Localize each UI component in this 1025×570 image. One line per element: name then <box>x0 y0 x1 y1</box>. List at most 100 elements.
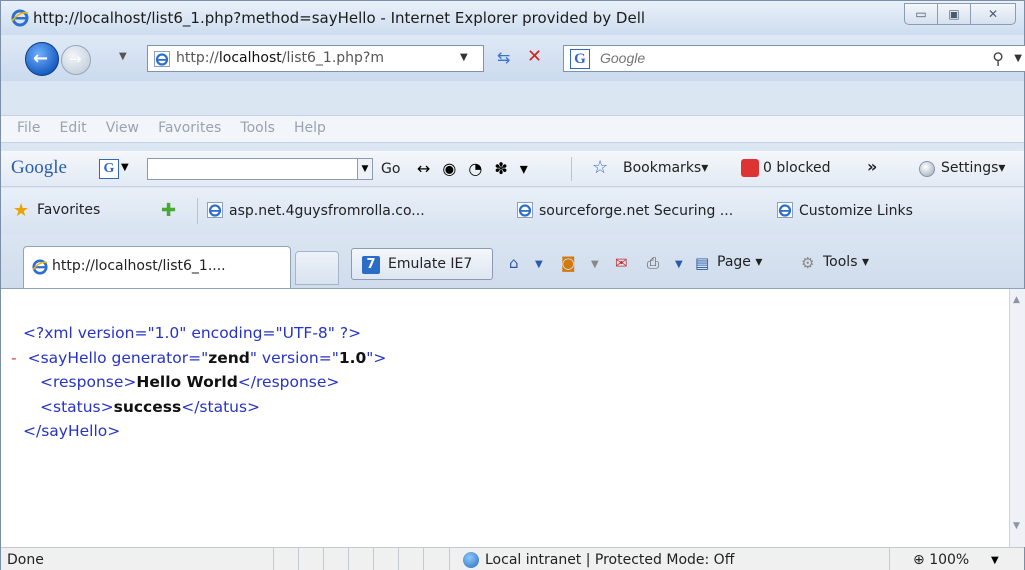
close-button[interactable]: ✕ <box>970 3 1016 25</box>
search-box[interactable]: G ⚲ ▼ <box>563 45 1025 72</box>
popup-blocker-icon <box>741 159 759 177</box>
tab-label: http://localhost/list6_1.... <box>52 258 226 274</box>
ie-page-icon <box>517 202 533 218</box>
google-menu-icon[interactable]: G <box>99 159 119 179</box>
xml-document: <?xml version="1.0" encoding="UTF-8" ?> … <box>1 321 386 444</box>
google-toolbar-buttons-icon[interactable]: ↔◉◔✽▾ <box>417 159 540 178</box>
url-field[interactable]: http://localhost/list6_1.php?m ▼ <box>147 45 484 72</box>
scroll-up-icon[interactable]: ▲ <box>1013 295 1020 305</box>
home-icon[interactable]: ⌂ <box>509 254 519 272</box>
refresh-icon[interactable]: ⇆ <box>497 48 510 67</box>
toolbar-divider <box>571 157 572 181</box>
favorites-bar: ★ Favorites ✚ asp.net.4guysfromrolla.co.… <box>1 188 1024 234</box>
back-arrow-icon: ← <box>33 48 49 69</box>
tools-menu-button[interactable]: Tools ▾ <box>823 254 869 270</box>
collapse-toggle[interactable]: - <box>11 349 17 367</box>
feeds-icon[interactable]: ◙ <box>561 254 576 272</box>
tab-bar: http://localhost/list6_1.... 7 Emulate I… <box>1 234 1024 289</box>
forward-button[interactable]: → <box>61 45 91 75</box>
url-text: http://localhost/list6_1.php?m <box>176 50 384 66</box>
zoom-level[interactable]: ⊕ 100% <box>913 552 969 568</box>
google-search-provider-icon: G <box>570 49 590 69</box>
stop-icon[interactable]: ✕ <box>527 46 542 67</box>
settings-button[interactable]: Settings▾ <box>941 160 1005 176</box>
emulate-ie7-button[interactable]: 7 Emulate IE7 <box>351 248 493 280</box>
maximize-icon: ▣ <box>948 7 960 21</box>
scroll-down-icon[interactable]: ▼ <box>1013 521 1020 531</box>
menu-help[interactable]: Help <box>294 120 326 136</box>
xml-status-line: <status>success</status> <box>40 397 261 416</box>
menu-file[interactable]: File <box>17 120 40 136</box>
page-favicon-icon <box>154 51 170 67</box>
favorites-button[interactable]: Favorites <box>37 202 100 218</box>
minimize-icon: ▭ <box>915 7 927 21</box>
favorite-link-asp-net[interactable]: asp.net.4guysfromrolla.co... <box>207 202 425 219</box>
tools-gear-icon[interactable]: ⚙ <box>801 254 814 272</box>
feeds-dropdown-icon[interactable]: ▼ <box>591 259 599 270</box>
page-icon[interactable]: ▤ <box>695 254 709 272</box>
google-menu-dropdown-icon[interactable]: ▼ <box>121 162 129 173</box>
forward-arrow-icon: → <box>69 50 82 68</box>
more-chevron-icon[interactable]: » <box>867 157 877 176</box>
search-input[interactable] <box>600 50 930 66</box>
menu-favorites[interactable]: Favorites <box>158 120 221 136</box>
ie-tab-icon <box>32 259 48 275</box>
tab-localhost[interactable]: http://localhost/list6_1.... <box>23 246 291 288</box>
title-bar: http://localhost/list6_1.php?method=sayH… <box>1 1 1024 35</box>
favorites-star-icon[interactable]: ★ <box>13 200 29 221</box>
menu-view[interactable]: View <box>106 120 139 136</box>
settings-icon <box>919 161 935 177</box>
xml-root-close-line: </sayHello> <box>23 422 121 440</box>
google-search-input[interactable] <box>147 158 371 180</box>
browser-window: http://localhost/list6_1.php?method=sayH… <box>0 0 1025 570</box>
status-text: Done <box>7 552 44 568</box>
google-search-dropdown-icon[interactable]: ▼ <box>357 158 373 180</box>
page-content: <?xml version="1.0" encoding="UTF-8" ?> … <box>1 289 1009 547</box>
favorite-link-customize[interactable]: Customize Links <box>777 202 913 219</box>
address-bar: ← → ▼ http://localhost/list6_1.php?m ▼ ⇆… <box>1 35 1025 81</box>
maximize-button[interactable]: ▣ <box>937 3 971 25</box>
zoom-dropdown-icon[interactable]: ▼ <box>991 555 999 566</box>
print-icon[interactable]: ⎙ <box>647 254 659 272</box>
window-title: http://localhost/list6_1.php?method=sayH… <box>33 9 646 27</box>
minimize-button[interactable]: ▭ <box>904 3 938 25</box>
menu-bar: File Edit View Favorites Tools Help <box>1 115 1024 143</box>
page-menu-button[interactable]: Page ▾ <box>717 254 762 270</box>
ie-page-icon <box>207 202 223 218</box>
vertical-scrollbar[interactable]: ▲ ▼ <box>1009 289 1025 547</box>
back-button[interactable]: ← <box>25 42 59 76</box>
intranet-zone-icon <box>463 552 479 568</box>
google-go-button[interactable]: Go <box>381 161 400 177</box>
bookmark-star-icon[interactable]: ☆ <box>592 157 608 178</box>
ie-logo-icon <box>11 9 29 27</box>
url-dropdown-icon[interactable]: ▼ <box>460 52 468 63</box>
google-logo: Google <box>11 157 67 178</box>
recent-pages-dropdown-icon[interactable]: ▼ <box>119 51 127 62</box>
close-icon: ✕ <box>987 7 999 21</box>
print-dropdown-icon[interactable]: ▼ <box>675 259 683 270</box>
status-panels <box>273 548 448 570</box>
search-options-dropdown-icon[interactable]: ▼ <box>1014 53 1022 64</box>
security-zone-label[interactable]: Local intranet | Protected Mode: Off <box>485 552 734 568</box>
favorite-link-sourceforge[interactable]: sourceforge.net Securing ... <box>517 202 733 219</box>
xml-root-open-line: - <sayHello generator="zend" version="1.0… <box>11 348 387 367</box>
zoom-icon: ⊕ <box>913 552 925 568</box>
status-divider <box>889 548 890 570</box>
google-toolbar: Google G ▼ ▼ Go ↔◉◔✽▾ ☆ Bookmarks▾ 0 blo… <box>1 151 1024 187</box>
add-favorite-icon[interactable]: ✚ <box>161 200 176 221</box>
read-mail-icon[interactable]: ✉ <box>615 254 628 272</box>
popup-blocked-button[interactable]: 0 blocked <box>763 160 831 176</box>
status-bar: Done Local intranet | Protected Mode: Of… <box>1 547 1024 570</box>
xml-declaration-line: <?xml version="1.0" encoding="UTF-8" ?> <box>23 324 362 342</box>
new-tab-button[interactable] <box>295 251 339 285</box>
xml-response-line: <response>Hello World</response> <box>40 373 340 391</box>
menu-edit[interactable]: Edit <box>60 120 87 136</box>
search-icon[interactable]: ⚲ <box>992 49 1004 68</box>
menu-tools[interactable]: Tools <box>240 120 275 136</box>
ie-page-icon <box>777 202 793 218</box>
favorites-divider <box>197 198 198 224</box>
emulate-ie7-label: Emulate IE7 <box>388 256 473 272</box>
home-dropdown-icon[interactable]: ▼ <box>535 259 543 270</box>
bookmarks-button[interactable]: Bookmarks▾ <box>623 160 708 176</box>
emulate-ie7-icon: 7 <box>362 256 380 274</box>
